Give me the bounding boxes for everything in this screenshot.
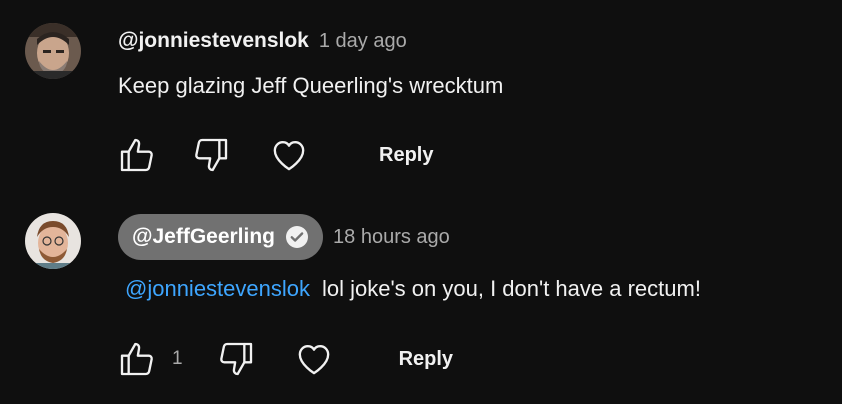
reply-text: @jonniestevenslok lol joke's on you, I do… (125, 276, 701, 302)
comment-text: Keep glazing Jeff Queerling's wrecktum (118, 73, 503, 99)
heart-button[interactable] (266, 134, 312, 176)
reply-author-badge[interactable]: @JeffGeerling (118, 214, 324, 260)
like-button[interactable] (114, 338, 160, 380)
comment-body: Keep glazing Jeff Queerling's wrecktum (118, 73, 504, 98)
mention-link[interactable]: @jonniestevenslok (125, 276, 310, 301)
reply-timestamp[interactable]: 18 hours ago (333, 226, 450, 249)
like-count: 1 (172, 348, 183, 369)
like-icon (120, 138, 153, 172)
heart-icon (298, 345, 329, 375)
comment-timestamp[interactable]: 1 day ago (319, 30, 407, 53)
reply-header: @JeffGeerling 18 hours ago (118, 214, 450, 260)
comment-header: @jonniestevenslok 1 day ago (118, 26, 407, 56)
reply-body: lol joke's on you, I don't have a rectum… (322, 276, 701, 301)
dislike-button[interactable] (188, 134, 234, 176)
dislike-icon (219, 342, 252, 376)
avatar[interactable] (25, 23, 81, 79)
comment-author[interactable]: @jonniestevenslok (118, 29, 309, 53)
comment-action-bar: Reply (114, 134, 433, 176)
like-icon (120, 342, 153, 376)
reply-action-bar: 1 Reply (114, 338, 453, 380)
reply-avatar[interactable] (25, 213, 81, 269)
verified-check-icon (285, 225, 309, 249)
heart-button[interactable] (291, 338, 337, 380)
like-button[interactable] (114, 134, 160, 176)
reply-button[interactable]: Reply (399, 348, 453, 371)
dislike-button[interactable] (213, 338, 259, 380)
dislike-icon (195, 138, 228, 172)
heart-icon (273, 141, 305, 171)
reply-author: @JeffGeerling (132, 225, 276, 248)
reply-button[interactable]: Reply (379, 144, 433, 167)
